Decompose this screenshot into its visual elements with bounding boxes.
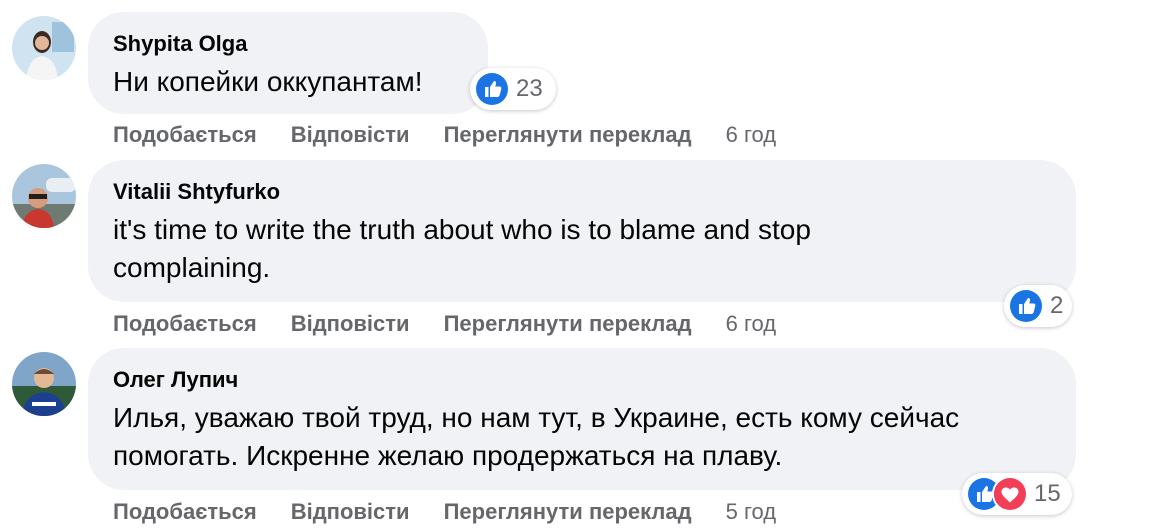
- comment-text: Ни копейки оккупантам!: [113, 66, 423, 97]
- like-button[interactable]: Подобається: [113, 311, 257, 337]
- reaction-summary[interactable]: 23: [470, 68, 556, 110]
- comment-author[interactable]: Vitalii Shtyfurko: [113, 178, 1052, 206]
- like-button[interactable]: Подобається: [113, 499, 257, 525]
- avatar[interactable]: [12, 352, 76, 416]
- comment-bubble: Олег Лупич Илья, уважаю твой труд, но на…: [88, 348, 1076, 490]
- avatar[interactable]: [12, 16, 76, 80]
- reaction-count: 23: [516, 75, 543, 102]
- reaction-summary[interactable]: 15: [962, 473, 1072, 515]
- like-icon: [1008, 288, 1044, 324]
- comment-timestamp[interactable]: 5 год: [726, 499, 776, 525]
- reaction-count: 15: [1034, 480, 1061, 507]
- comment-text: Илья, уважаю твой труд, но нам тут, в Ук…: [113, 402, 960, 471]
- comment-actions: Подобається Відповісти Переглянути перек…: [113, 311, 776, 337]
- comment-author[interactable]: Shypita Olga: [113, 30, 464, 58]
- see-translation-button[interactable]: Переглянути переклад: [444, 122, 692, 148]
- reply-button[interactable]: Відповісти: [291, 311, 410, 337]
- reply-button[interactable]: Відповісти: [291, 122, 410, 148]
- comment-author[interactable]: Олег Лупич: [113, 366, 1052, 394]
- like-icon: [474, 71, 510, 107]
- comment-text: it's time to write the truth about who i…: [113, 214, 811, 283]
- comment-actions: Подобається Відповісти Переглянути перек…: [113, 499, 776, 525]
- comment-timestamp[interactable]: 6 год: [726, 311, 776, 337]
- comment-timestamp[interactable]: 6 год: [726, 122, 776, 148]
- comment-actions: Подобається Відповісти Переглянути перек…: [113, 122, 776, 148]
- comment-bubble: Vitalii Shtyfurko it's time to write the…: [88, 160, 1076, 302]
- reaction-summary[interactable]: 2: [1004, 285, 1072, 327]
- avatar[interactable]: [12, 164, 76, 228]
- comment-bubble: Shypita Olga Ни копейки оккупантам!: [88, 12, 488, 114]
- love-icon: [992, 476, 1028, 512]
- see-translation-button[interactable]: Переглянути переклад: [444, 499, 692, 525]
- reply-button[interactable]: Відповісти: [291, 499, 410, 525]
- reaction-count: 2: [1050, 292, 1064, 319]
- see-translation-button[interactable]: Переглянути переклад: [444, 311, 692, 337]
- like-button[interactable]: Подобається: [113, 122, 257, 148]
